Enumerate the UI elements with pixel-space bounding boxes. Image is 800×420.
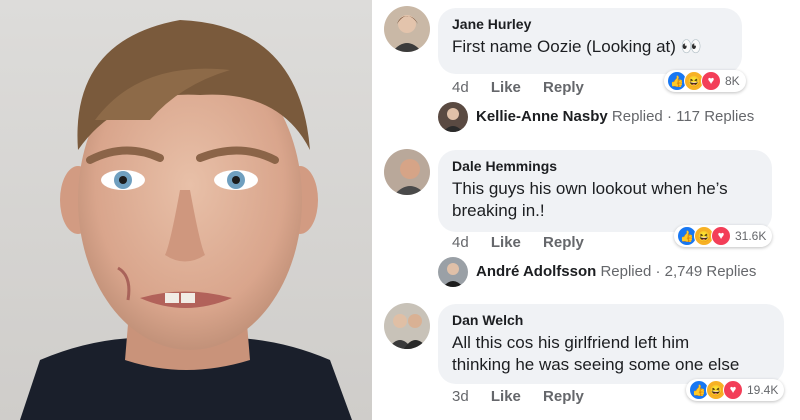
reply-count[interactable]: 2,749 Replies: [665, 263, 757, 280]
reply-name[interactable]: André Adolfsson: [476, 263, 596, 280]
reaction-count: 8K: [725, 74, 740, 88]
like-button[interactable]: Like: [491, 234, 521, 251]
comment-author[interactable]: Dale Hemmings: [452, 158, 758, 174]
replied-label: Replied: [600, 263, 652, 280]
reply-avatar-image: [438, 102, 468, 132]
avatar-image: [384, 6, 430, 52]
comment-text: First name Oozie (Looking at) 👀: [452, 37, 702, 56]
avatar[interactable]: [384, 149, 430, 195]
separator-dot: ·: [666, 108, 672, 125]
avatar[interactable]: [384, 6, 430, 52]
comment-meta: 4d Like Reply: [452, 234, 602, 251]
avatar[interactable]: [384, 303, 430, 349]
reply-summary[interactable]: André Adolfsson Replied · 2,749 Replies: [476, 263, 756, 280]
avatar-image: [384, 303, 430, 349]
reaction-count: 19.4K: [747, 383, 779, 397]
reaction-summary[interactable]: 👍 😆 ♥ 8K: [664, 70, 746, 92]
comment-meta: 4d Like Reply: [452, 79, 602, 96]
comments-panel: Jane Hurley First name Oozie (Looking at…: [372, 0, 800, 420]
like-button[interactable]: Like: [491, 388, 521, 405]
reply-count[interactable]: 117 Replies: [676, 108, 754, 125]
portrait-image: [0, 0, 372, 420]
comment-bubble: Dan Welch All this cos his girlfriend le…: [438, 304, 784, 384]
comment-text-line-1: All this cos his girlfriend left him: [452, 333, 690, 352]
comment-author[interactable]: Jane Hurley: [452, 16, 728, 32]
comment-bubble: Jane Hurley First name Oozie (Looking at…: [438, 8, 742, 74]
reaction-count: 31.6K: [735, 229, 767, 243]
comment-time[interactable]: 4d: [452, 234, 469, 251]
heart-icon: ♥: [711, 226, 731, 246]
comment-author[interactable]: Dan Welch: [452, 312, 770, 328]
reply-button[interactable]: Reply: [543, 79, 584, 96]
reply-button[interactable]: Reply: [543, 234, 584, 251]
heart-icon: ♥: [701, 71, 721, 91]
reply-summary[interactable]: Kellie-Anne Nasby Replied · 117 Replies: [476, 108, 754, 125]
comment-text-line-2: breaking in.!: [452, 201, 545, 220]
profile-photo: [0, 0, 372, 420]
comment-text-line-2: thinking he was seeing some one else: [452, 355, 740, 374]
separator-dot: ·: [655, 263, 661, 280]
heart-icon: ♥: [723, 380, 743, 400]
comment-meta: 3d Like Reply: [452, 388, 602, 405]
comment-bubble: Dale Hemmings This guys his own lookout …: [438, 150, 772, 232]
reply-button[interactable]: Reply: [543, 388, 584, 405]
like-button[interactable]: Like: [491, 79, 521, 96]
comment-text-line-1: This guys his own lookout when he’s: [452, 179, 728, 198]
avatar-image: [384, 149, 430, 195]
reply-avatar-image: [438, 257, 468, 287]
replied-label: Replied: [611, 108, 663, 125]
reaction-summary[interactable]: 👍 😆 ♥ 31.6K: [674, 225, 773, 247]
comment-time[interactable]: 3d: [452, 388, 469, 405]
reaction-summary[interactable]: 👍 😆 ♥ 19.4K: [686, 379, 785, 401]
reply-avatar[interactable]: [438, 102, 468, 132]
comment-time[interactable]: 4d: [452, 79, 469, 96]
reply-name[interactable]: Kellie-Anne Nasby: [476, 108, 608, 125]
reply-avatar[interactable]: [438, 257, 468, 287]
